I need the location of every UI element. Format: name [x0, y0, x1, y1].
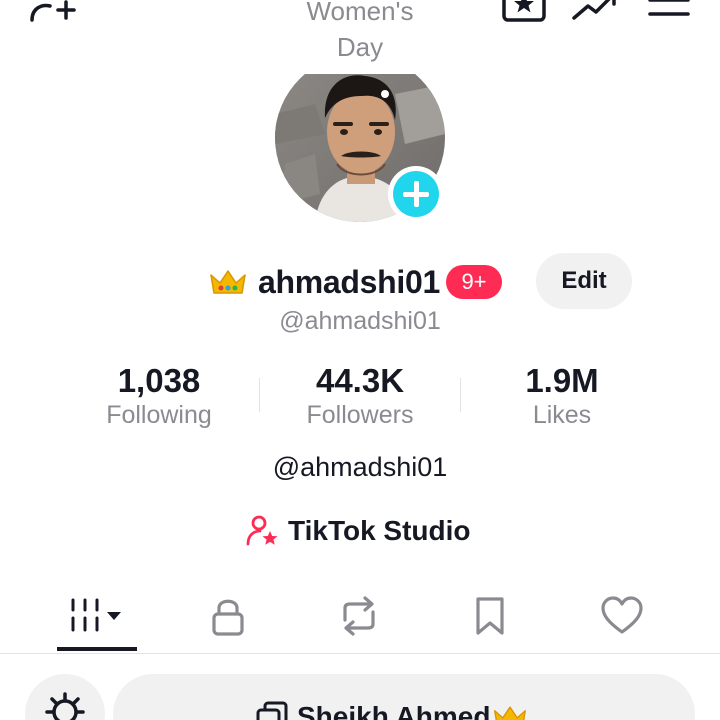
tab-liked[interactable]: [582, 585, 662, 651]
likes-label: Likes: [532, 401, 592, 429]
notification-badge[interactable]: 9+: [445, 265, 502, 299]
account-name: Sheikh Ahmed: [297, 701, 491, 720]
following-label: Following: [106, 401, 212, 429]
crown-icon: [208, 267, 248, 297]
switch-account-button[interactable]: Sheikh Ahmed: [113, 674, 695, 720]
add-friend-icon[interactable]: [28, 0, 78, 24]
tab-favorites[interactable]: [450, 585, 530, 651]
stat-following[interactable]: 1,038 Following: [59, 362, 259, 430]
stat-followers[interactable]: 44.3K Followers: [260, 362, 460, 430]
add-story-button[interactable]: [388, 166, 444, 222]
bottom-bar: Sheikh Ahmed: [0, 654, 720, 720]
tab-private[interactable]: [188, 585, 268, 651]
profile-avatar[interactable]: [275, 74, 445, 222]
studio-user-star-icon: [246, 514, 280, 548]
profile-tabs: [0, 585, 720, 653]
page-title-line2: Day: [336, 32, 384, 62]
studio-label: TikTok Studio: [288, 515, 471, 546]
plus-icon: [393, 171, 439, 217]
repost-icon: [337, 595, 381, 641]
stat-divider: [460, 378, 461, 412]
videos-grid-icon: [67, 596, 127, 641]
menu-icon[interactable]: [648, 0, 690, 20]
tiktok-studio-link[interactable]: TikTok Studio: [246, 511, 471, 551]
crown-icon: [492, 703, 528, 720]
username: ahmadshi01: [258, 263, 440, 300]
account-pill-content: Sheikh Ahmed: [255, 700, 528, 720]
followers-count: 44.3K: [315, 362, 405, 399]
stat-likes[interactable]: 1.9M Likes: [462, 362, 662, 430]
analytics-icon[interactable]: [570, 0, 622, 22]
tab-reposts[interactable]: [319, 585, 399, 651]
bookmark-icon: [473, 596, 507, 641]
star-icon[interactable]: [500, 0, 548, 22]
settings-button[interactable]: [25, 674, 105, 720]
following-count: 1,038: [117, 362, 201, 399]
top-bar: Women's Day: [0, 0, 720, 70]
edit-profile-button[interactable]: Edit: [536, 253, 632, 309]
tab-videos[interactable]: [57, 585, 137, 651]
page-title-line1: Women's: [306, 0, 414, 26]
likes-count: 1.9M: [525, 362, 599, 399]
gear-icon: [45, 692, 85, 720]
switch-account-icon: [255, 700, 289, 720]
username-row: ahmadshi01 9+: [208, 258, 502, 306]
lock-icon: [210, 596, 246, 641]
followers-label: Followers: [306, 401, 414, 429]
heart-icon: [600, 595, 644, 641]
profile-bio: @ahmadshi01: [272, 452, 448, 482]
user-handle: @ahmadshi01: [279, 307, 441, 335]
